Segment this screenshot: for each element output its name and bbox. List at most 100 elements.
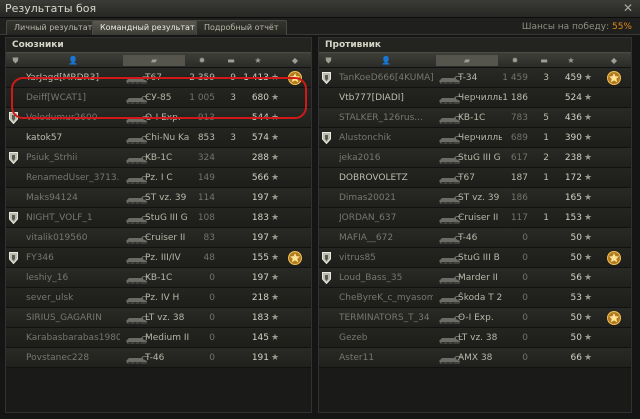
- tank-name: LT vz. 38: [145, 313, 185, 323]
- table-row[interactable]: Aster11 AMX 38 0 66 ★: [319, 348, 631, 368]
- table-row[interactable]: leshiy_16 KB-1C 0 197 ★: [6, 268, 311, 288]
- player-name: SIRIUS_GAGARIN: [26, 313, 102, 323]
- table-row[interactable]: Gezeb LT vz. 38 0 50 ★: [319, 328, 631, 348]
- xp-star-icon: ★: [584, 273, 593, 283]
- sort-frags-icon[interactable]: ▬: [532, 55, 556, 66]
- player-name: Vtb777[DIADI]: [339, 93, 404, 103]
- sort-player-icon[interactable]: 👤: [26, 55, 120, 66]
- close-icon[interactable]: ✕: [622, 2, 634, 14]
- sort-medal-icon[interactable]: ◆: [285, 55, 305, 66]
- frags-value: [219, 272, 236, 284]
- table-row[interactable]: vitrus85 StuG III B 0 50 ★: [319, 248, 631, 268]
- table-row[interactable]: sever_ulsk Pz. IV H 0 218 ★: [6, 288, 311, 308]
- damage-value: 114: [197, 193, 215, 203]
- player-name: Psiuk_Strhii: [26, 153, 78, 163]
- frags-value: 1: [543, 173, 549, 183]
- table-row[interactable]: TanKoeD666[4KUMA] T-34 1 459 3 459 ★: [319, 68, 631, 88]
- sort-frags-icon[interactable]: ▬: [219, 55, 243, 66]
- player-name: Povstanec228: [26, 353, 90, 363]
- medal-icon: [606, 250, 622, 266]
- damage-value: 0: [522, 253, 528, 263]
- table-row[interactable]: vitalik019560 Cruiser II 83 197 ★: [6, 228, 311, 248]
- player-name: leshiy_16: [26, 273, 69, 283]
- frags-value: 1: [543, 133, 549, 143]
- sort-xp-icon[interactable]: ★: [245, 55, 271, 66]
- sort-damage-icon[interactable]: ✹: [187, 55, 217, 66]
- table-row[interactable]: Maks94124 ST vz. 39 114 197 ★: [6, 188, 311, 208]
- table-row[interactable]: jeka2016 StuG III G 617 2 238 ★: [319, 148, 631, 168]
- xp-value: 172: [564, 173, 582, 183]
- xp-value: 436: [564, 113, 582, 123]
- table-row[interactable]: Loud_Bass_35 Marder II 0 56 ★: [319, 268, 631, 288]
- damage-value: 0: [522, 333, 528, 343]
- tab-personal-result[interactable]: Личный результат: [6, 20, 101, 35]
- xp-value: 53: [570, 293, 582, 303]
- damage-value: 0: [209, 353, 215, 363]
- damage-value: 1 186: [502, 93, 528, 103]
- tank-name: Черчилль III: [458, 133, 502, 143]
- tank-name: ST vz. 39: [145, 193, 187, 203]
- window-title: Результаты боя: [5, 2, 97, 15]
- clan-icon: [322, 132, 331, 145]
- sort-damage-icon[interactable]: ✹: [500, 55, 530, 66]
- player-name: STALKER_126rus...: [339, 113, 423, 123]
- xp-star-icon: ★: [271, 233, 280, 243]
- table-row[interactable]: STALKER_126rus... KB-1C 783 5 436 ★: [319, 108, 631, 128]
- table-row[interactable]: NIGHT_VOLF_1 StuG III G 108 183 ★: [6, 208, 311, 228]
- tank-name: StuG III G: [458, 153, 501, 163]
- tank-name: AMX 38: [458, 353, 493, 363]
- player-name: vitalik019560: [26, 233, 88, 243]
- damage-value: 0: [209, 273, 215, 283]
- table-row[interactable]: Povstanec228 T-46 0 191 ★: [6, 348, 311, 368]
- medal-icon: [606, 310, 622, 326]
- sort-tank-icon[interactable]: ▰: [436, 55, 498, 66]
- table-row[interactable]: katok57 Chi-Nu Kai 853 3 574 ★: [6, 128, 311, 148]
- frags-value: [532, 252, 549, 264]
- player-name: TERMINATORS_T_34: [339, 313, 430, 323]
- frags-value: [219, 352, 236, 364]
- xp-value: 50: [570, 333, 582, 343]
- xp-star-icon: ★: [271, 273, 280, 283]
- table-row[interactable]: Alustonchik Черчилль III 689 1 390★: [319, 128, 631, 148]
- player-name: JORDAN_637: [339, 213, 397, 223]
- table-row[interactable]: JORDAN_637 Cruiser II 117 1 153 ★: [319, 208, 631, 228]
- table-row[interactable]: FY346 Pz. III/IV 48 155 ★: [6, 248, 311, 268]
- xp-star-icon: ★: [584, 233, 593, 243]
- damage-value: 0: [522, 313, 528, 323]
- sort-medal-icon[interactable]: ◆: [604, 55, 624, 66]
- table-row[interactable]: RenamedUser_3713... Pz. I C 149 566 ★: [6, 168, 311, 188]
- allies-title: Союзники: [6, 38, 311, 52]
- allies-column-header: ⛊ 👤 ▰ ✹ ▬ ★ ◆: [6, 52, 311, 68]
- tank-name: Medium III: [145, 333, 189, 343]
- sort-squad-icon[interactable]: ⛊: [9, 55, 22, 66]
- tab-team-result[interactable]: Командный результат: [92, 20, 203, 35]
- table-row[interactable]: Vtb777[DIADI] Черчилль III1 186 524★: [319, 88, 631, 108]
- sort-player-icon[interactable]: 👤: [339, 55, 433, 66]
- table-row[interactable]: Psiuk_Strhii KB-1C 324 288 ★: [6, 148, 311, 168]
- table-row[interactable]: Karabasbarabas1980 Medium III 0 145 ★: [6, 328, 311, 348]
- damage-value: 617: [510, 153, 528, 163]
- player-name: TanKoeD666[4KUMA]: [339, 73, 433, 83]
- xp-value: 218: [251, 293, 269, 303]
- table-row[interactable]: MAFIA__672 T-46 0 50 ★: [319, 228, 631, 248]
- player-name: Maks94124: [26, 193, 78, 203]
- table-row[interactable]: Dimas20021 ST vz. 39 186 165 ★: [319, 188, 631, 208]
- tab-detailed-report[interactable]: Подробный отчёт: [196, 20, 287, 35]
- xp-star-icon: ★: [584, 353, 593, 363]
- xp-value: 238: [564, 153, 582, 163]
- sort-tank-icon[interactable]: ▰: [123, 55, 185, 66]
- table-row[interactable]: DOBROVOLETZ T67 187 1 172 ★: [319, 168, 631, 188]
- player-name: vitrus85: [339, 253, 376, 263]
- xp-star-icon: ★: [271, 353, 280, 363]
- xp-star-icon: ★: [271, 173, 280, 183]
- xp-value: 165: [564, 193, 582, 203]
- xp-value: 191: [251, 353, 269, 363]
- sort-xp-icon[interactable]: ★: [558, 55, 584, 66]
- win-chance: Шансы на победу: 55%: [522, 22, 632, 32]
- sort-squad-icon[interactable]: ⛊: [322, 55, 335, 66]
- xp-star-icon: ★: [271, 253, 280, 263]
- table-row[interactable]: TERMINATORS_T_34 O-I Exp. 0 50 ★: [319, 308, 631, 328]
- xp-value: 155: [251, 253, 269, 263]
- table-row[interactable]: CheByreK_c_myasom Škoda T 24 0 53★: [319, 288, 631, 308]
- table-row[interactable]: SIRIUS_GAGARIN LT vz. 38 0 183 ★: [6, 308, 311, 328]
